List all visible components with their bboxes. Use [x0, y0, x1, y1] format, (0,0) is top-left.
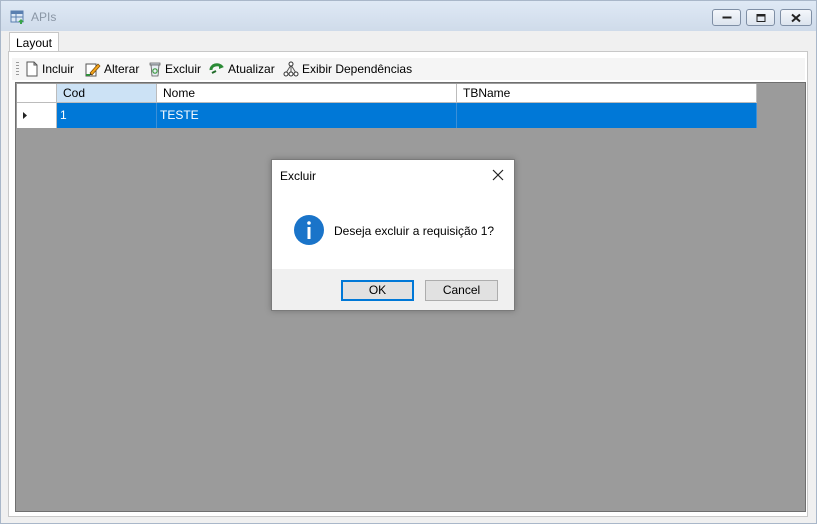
- dialog-title: Excluir: [280, 169, 317, 183]
- column-header-tbname[interactable]: TBName: [457, 84, 757, 103]
- toolbar: Incluir Alterar Excluir Atualizar Exibir…: [12, 58, 805, 80]
- window-title: APIs: [31, 10, 57, 24]
- title-bar[interactable]: APIs: [1, 1, 816, 31]
- edit-label: Alterar: [104, 62, 140, 76]
- column-header-cod[interactable]: Cod: [57, 84, 157, 103]
- close-icon: [791, 13, 801, 22]
- app-table-icon: [10, 10, 24, 24]
- column-header-nome[interactable]: Nome: [157, 84, 457, 103]
- close-window-button[interactable]: [780, 9, 812, 26]
- restore-icon: [756, 13, 765, 22]
- confirm-dialog: Excluir Deseja excluir a requisição 1? O…: [271, 159, 515, 311]
- toolbar-grip[interactable]: [16, 62, 19, 76]
- recycle-bin-icon: [149, 62, 161, 77]
- dialog-close-icon[interactable]: [492, 169, 504, 181]
- maximize-button[interactable]: [746, 9, 775, 26]
- dialog-message: Deseja excluir a requisição 1?: [334, 224, 495, 238]
- tab-layout[interactable]: Layout: [9, 32, 59, 53]
- row-pointer-icon: [23, 112, 27, 119]
- refresh-button[interactable]: Atualizar: [209, 60, 275, 78]
- delete-label: Excluir: [165, 62, 202, 76]
- refresh-icon: [209, 63, 224, 74]
- edit-button[interactable]: Alterar: [85, 60, 139, 78]
- dependencies-label: Exibir Dependências: [302, 62, 413, 76]
- row-header[interactable]: [17, 103, 57, 128]
- new-document-icon: [26, 61, 38, 77]
- info-icon: [294, 215, 324, 245]
- table-cell-cod[interactable]: 1: [57, 103, 157, 128]
- delete-button[interactable]: Excluir: [148, 60, 201, 78]
- table-cell-nome[interactable]: TESTE: [157, 103, 457, 128]
- table-cell-tbname[interactable]: [457, 103, 757, 128]
- ok-button[interactable]: OK: [341, 280, 414, 301]
- show-dependencies-button[interactable]: Exibir Dependências: [283, 60, 412, 78]
- minimize-button[interactable]: [712, 9, 741, 26]
- grid-corner-header[interactable]: [17, 84, 57, 103]
- edit-pencil-icon: [85, 63, 101, 77]
- refresh-label: Atualizar: [228, 62, 275, 76]
- cancel-button[interactable]: Cancel: [425, 280, 498, 301]
- include-label: Incluir: [42, 62, 75, 76]
- dependencies-tree-icon: [283, 61, 299, 77]
- include-button[interactable]: Incluir: [25, 60, 74, 78]
- minimize-icon: [722, 16, 731, 18]
